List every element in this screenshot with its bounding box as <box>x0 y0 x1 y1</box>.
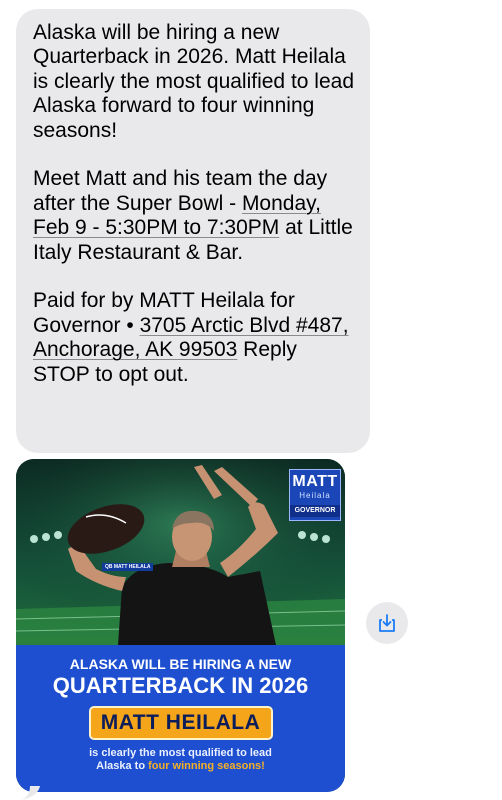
jersey-tag: QB MATT HEILALA <box>102 563 154 571</box>
message-bubble[interactable]: Alaska will be hiring a new Quarterback … <box>16 9 370 453</box>
message-paragraph-3: Paid for by MATT Heilala for Governor • … <box>33 289 354 387</box>
logo-office: GOVERNOR <box>290 505 340 517</box>
message-paragraph-2: Meet Matt and his team the day after the… <box>33 167 354 265</box>
ad-tagline-2-prefix: Alaska to <box>96 760 149 772</box>
bubble-tail <box>22 786 40 800</box>
image-message[interactable]: QB MATT HEILALA MATT Heilala GOVERNOR AL… <box>16 459 345 792</box>
message-paragraph-1: Alaska will be hiring a new Quarterback … <box>33 21 354 142</box>
candidate-name-box: MATT HEILALA <box>88 706 273 740</box>
ad-tagline-1: is clearly the most qualified to lead <box>89 747 272 759</box>
logo-name: MATT <box>292 473 338 490</box>
download-icon <box>379 614 395 632</box>
ad-headline-2: QUARTERBACK IN 2026 <box>52 673 309 698</box>
quarterback-photo: QB MATT HEILALA MATT Heilala GOVERNOR <box>16 459 345 645</box>
ad-tagline-2: Alaska to four winning seasons! <box>16 760 345 773</box>
ad-headline-1: ALASKA WILL BE HIRING A NEW <box>69 656 292 672</box>
campaign-logo: MATT Heilala GOVERNOR <box>289 469 341 521</box>
save-image-button[interactable] <box>366 602 408 644</box>
ad-banner: ALASKA WILL BE HIRING A NEW QUARTERBACK … <box>16 645 345 792</box>
logo-surname: Heilala <box>299 491 331 500</box>
ad-tagline-accent: four winning seasons! <box>148 760 265 772</box>
